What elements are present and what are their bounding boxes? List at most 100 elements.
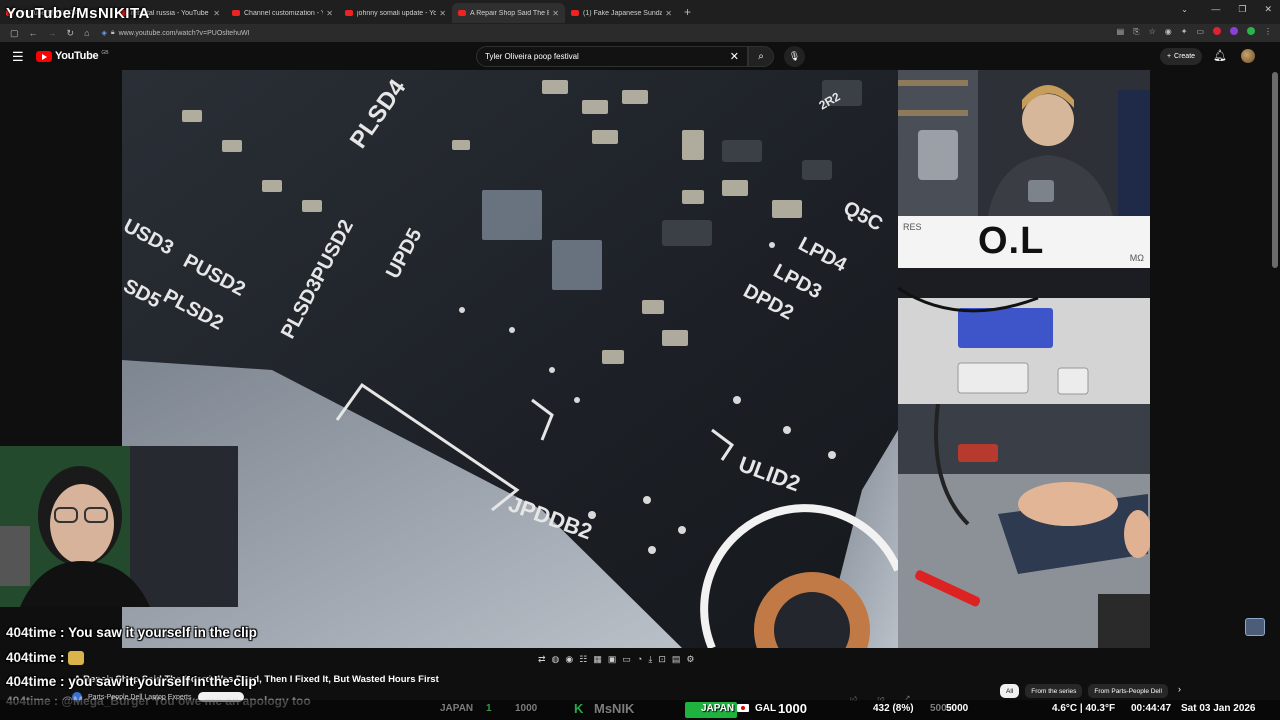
chip-from-series[interactable]: From the series xyxy=(1025,684,1083,698)
bookmark-star-icon[interactable]: ☆ xyxy=(1149,27,1156,37)
elapsed-time: 00:44:47 xyxy=(1131,703,1172,714)
speed-icon[interactable]: ◔ xyxy=(637,654,642,665)
chat-message: 404time : you saw it yourself in the cli… xyxy=(6,671,257,696)
power-supply-image xyxy=(898,268,1150,404)
close-tab-icon[interactable]: ✕ xyxy=(552,9,559,18)
screen-icon[interactable]: ▭ xyxy=(622,654,631,665)
new-tab-button[interactable]: + xyxy=(684,5,691,19)
side-camera-panel: RES O.L MΩ xyxy=(898,70,1150,648)
tab-search-icon[interactable]: ⌄ xyxy=(1181,5,1188,14)
download-icon[interactable]: ⤓ xyxy=(648,654,652,665)
chat-message: 404time : xyxy=(6,647,257,672)
notifications-bell-icon[interactable]: 🔔︎ xyxy=(1213,49,1227,62)
youtube-favicon-icon xyxy=(345,10,353,16)
reader-mode-icon[interactable]: ▤ xyxy=(1117,27,1125,37)
purple-extension-icon[interactable] xyxy=(1230,27,1238,35)
chat-separator: : xyxy=(56,649,69,665)
microphone-icon: 🎙︎ xyxy=(788,51,801,61)
miniplayer-icon[interactable]: ▣ xyxy=(608,654,617,665)
stream-status-bar: JAPAN 1 1000 K MsNIK JAPAN GAL 1000 432 … xyxy=(0,700,1280,720)
reload-icon[interactable]: ↻ xyxy=(67,28,75,39)
chat-username: 404time xyxy=(6,674,57,689)
close-tab-icon[interactable]: ✕ xyxy=(439,9,446,18)
green-extension-icon[interactable] xyxy=(1247,27,1255,35)
streamer-image xyxy=(0,446,238,607)
scrollbar-thumb[interactable] xyxy=(1272,72,1278,268)
power-supply-camera xyxy=(898,268,1150,404)
create-label: Create xyxy=(1174,53,1196,60)
hamburger-menu-icon[interactable]: ☰ xyxy=(12,49,24,65)
extension-icons: ▤ ⎘ ☆ ◉ ✦ ▭ ⋮ xyxy=(1117,27,1272,37)
home-icon[interactable]: ⌂ xyxy=(84,28,89,38)
chat-text: you saw it yourself in the clip xyxy=(68,674,257,689)
youtube-logo[interactable]: YouTube GB xyxy=(36,50,109,62)
youtube-play-icon xyxy=(36,50,52,62)
browser-tab-5[interactable]: A Repair Shop Said The Board✕ xyxy=(452,3,565,23)
browser-tab-3[interactable]: Channel customization - YouTu✕ xyxy=(226,3,339,23)
puzzle-icon[interactable]: ✦ xyxy=(1181,27,1188,37)
close-tab-icon[interactable]: ✕ xyxy=(665,9,672,18)
clear-search-icon[interactable]: ✕ xyxy=(730,50,739,63)
tab-title: johnny somali update - YouTub xyxy=(357,9,437,17)
chat-text: You saw it yourself in the clip xyxy=(68,625,257,640)
share-icon[interactable]: ⎘ xyxy=(1133,27,1139,37)
workbench-camera xyxy=(898,404,1150,648)
settings-gear-icon[interactable]: ⚙ xyxy=(686,654,694,665)
window-controls: — ❐ ✕ xyxy=(1211,4,1272,15)
search-icon: ⌕ xyxy=(758,51,764,62)
current-date: Sat 03 Jan 2026 xyxy=(1181,703,1256,714)
tab-title: (1) Fake Japanese Sunday Stea xyxy=(583,9,663,17)
maximize-icon[interactable]: ❐ xyxy=(1238,4,1246,15)
chip-from-channel[interactable]: From Parts-People Dell xyxy=(1088,684,1168,698)
camera-icon[interactable]: ◉ xyxy=(565,654,573,665)
account-avatar[interactable] xyxy=(1241,49,1255,63)
chat-message: 404time : You saw it yourself in the cli… xyxy=(6,622,257,647)
tab-title: Channel customization - YouTu xyxy=(244,9,324,17)
voice-search-button[interactable]: 🎙︎ xyxy=(784,46,805,67)
japan-label: JAPAN xyxy=(701,703,750,714)
back-icon[interactable]: ← xyxy=(29,28,38,38)
stream-overlay-title: YouTube/MsNIKITA xyxy=(6,5,150,22)
screen: YouTube/MsNIKITA ✕ rebuttal russia - YouT… xyxy=(0,0,1280,720)
wallet-icon[interactable]: ▭ xyxy=(1196,27,1204,37)
captions-icon[interactable]: ▤ xyxy=(672,654,681,665)
goal-target: 5000 xyxy=(946,703,969,714)
counter-left: 1000 xyxy=(515,703,538,714)
screenshot-icon[interactable]: ⊡ xyxy=(658,654,666,665)
search-value: Tyler Oliveira poop festival xyxy=(485,52,579,61)
logo-text: YouTube xyxy=(55,50,99,62)
forward-icon[interactable]: → xyxy=(48,28,57,38)
video-player[interactable]: PLSD4 USD3 PUSD2 PLSD2 SD5 PLSD3PUSD2 UP… xyxy=(122,70,898,648)
browser-tab-4[interactable]: johnny somali update - YouTub✕ xyxy=(339,3,452,23)
chevron-right-icon[interactable]: › xyxy=(1178,684,1181,698)
create-button[interactable]: + Create xyxy=(1160,48,1202,65)
red-extension-icon[interactable] xyxy=(1213,27,1221,35)
meter-reading: O.L xyxy=(978,220,1045,262)
close-tab-icon[interactable]: ✕ xyxy=(213,9,220,18)
extension-icon[interactable]: ◉ xyxy=(1165,27,1172,37)
menu-kebab-icon[interactable]: ⋮ xyxy=(1264,27,1272,37)
japan-label-left: JAPAN xyxy=(440,703,474,714)
sidebar-toggle-icon[interactable]: ▢ xyxy=(10,28,19,39)
browser-tab-6[interactable]: (1) Fake Japanese Sunday Stea✕ xyxy=(565,3,678,23)
close-tab-icon[interactable]: ✕ xyxy=(326,9,333,18)
repeat-icon[interactable]: ⇄ xyxy=(538,654,546,665)
search-button[interactable]: ⌕ xyxy=(748,46,774,67)
close-window-icon[interactable]: ✕ xyxy=(1264,4,1272,15)
floating-widget-icon[interactable] xyxy=(1245,618,1265,636)
address-bar[interactable]: ◈ 🔒︎ www.youtube.com/watch?v=PUOsltehuWI xyxy=(102,29,250,37)
goal-progress: 432 (8%) xyxy=(873,703,914,714)
chip-all[interactable]: All xyxy=(1000,684,1020,698)
temperature: 4.6°C | 40.3°F xyxy=(1052,703,1116,714)
youtube-favicon-icon xyxy=(571,10,579,16)
calendar-icon[interactable]: ▦ xyxy=(593,654,602,665)
lock-icon: 🔒︎ xyxy=(110,29,115,36)
goal-value: 1000 xyxy=(778,701,807,716)
chat-separator: : xyxy=(56,674,69,689)
playlist-icon[interactable]: ☷ xyxy=(579,654,587,665)
search-input[interactable]: Tyler Oliveira poop festival ✕ xyxy=(476,46,748,67)
minimize-icon[interactable]: — xyxy=(1211,4,1220,15)
pcb-closeup-video: PLSD4 USD3 PUSD2 PLSD2 SD5 PLSD3PUSD2 UP… xyxy=(122,70,898,648)
audio-wave-icon[interactable]: ◍ xyxy=(552,654,560,665)
multimeter-readout: RES O.L MΩ xyxy=(898,216,1150,268)
